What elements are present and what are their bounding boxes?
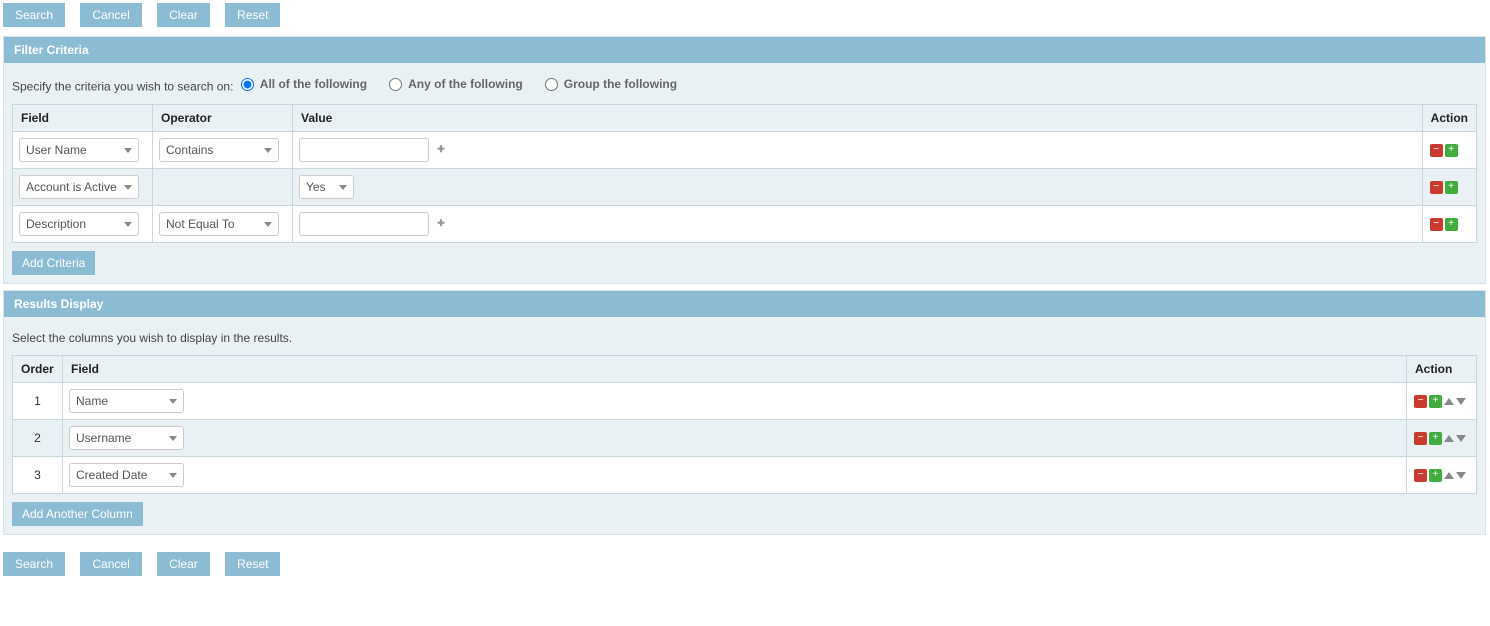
add-row-icon[interactable]: + bbox=[1445, 181, 1458, 194]
remove-row-icon[interactable]: − bbox=[1430, 218, 1443, 231]
remove-row-icon[interactable]: − bbox=[1414, 469, 1427, 482]
add-row-icon[interactable]: + bbox=[1429, 432, 1442, 445]
filter-operator-select[interactable]: Contains bbox=[159, 138, 279, 162]
results-order-cell: 3 bbox=[13, 456, 63, 493]
results-display-table: Order Field Action 1 Name −+ 2 Username bbox=[12, 355, 1477, 494]
clear-button[interactable]: Clear bbox=[157, 3, 210, 27]
filter-criteria-header: Filter Criteria bbox=[4, 37, 1485, 63]
results-header-field: Field bbox=[63, 355, 1407, 382]
filter-header-action: Action bbox=[1422, 104, 1476, 131]
add-value-icon[interactable] bbox=[435, 218, 447, 230]
radio-any-of-following[interactable]: Any of the following bbox=[389, 77, 523, 91]
add-row-icon[interactable]: + bbox=[1429, 395, 1442, 408]
reset-button[interactable]: Reset bbox=[225, 3, 280, 27]
results-header-action: Action bbox=[1407, 355, 1477, 382]
filter-criteria-table: Field Operator Value Action User Name Co… bbox=[12, 104, 1477, 243]
filter-instruction-row: Specify the criteria you wish to search … bbox=[12, 77, 1477, 94]
filter-value-select[interactable]: Yes bbox=[299, 175, 354, 199]
cancel-button[interactable]: Cancel bbox=[80, 3, 141, 27]
filter-row: User Name Contains −+ bbox=[13, 131, 1477, 168]
add-criteria-button[interactable]: Add Criteria bbox=[12, 251, 95, 275]
move-up-icon[interactable] bbox=[1444, 435, 1454, 442]
filter-value-input[interactable] bbox=[299, 212, 429, 236]
results-row: 1 Name −+ bbox=[13, 382, 1477, 419]
radio-any-input[interactable] bbox=[389, 78, 402, 91]
top-button-row: Search Cancel Clear Reset bbox=[0, 0, 1490, 30]
filter-header-value: Value bbox=[293, 104, 1423, 131]
filter-value-input[interactable] bbox=[299, 138, 429, 162]
results-order-cell: 2 bbox=[13, 419, 63, 456]
results-row: 3 Created Date −+ bbox=[13, 456, 1477, 493]
results-order-cell: 1 bbox=[13, 382, 63, 419]
remove-row-icon[interactable]: − bbox=[1414, 432, 1427, 445]
radio-group-following[interactable]: Group the following bbox=[545, 77, 677, 91]
filter-row: Description Not Equal To −+ bbox=[13, 205, 1477, 242]
results-column-select[interactable]: Created Date bbox=[69, 463, 184, 487]
radio-all-input[interactable] bbox=[241, 78, 254, 91]
remove-row-icon[interactable]: − bbox=[1430, 144, 1443, 157]
reset-button-bottom[interactable]: Reset bbox=[225, 552, 280, 576]
filter-row: Account is Active Yes −+ bbox=[13, 168, 1477, 205]
search-button[interactable]: Search bbox=[3, 3, 65, 27]
results-display-header: Results Display bbox=[4, 291, 1485, 317]
results-column-select[interactable]: Username bbox=[69, 426, 184, 450]
filter-header-operator: Operator bbox=[153, 104, 293, 131]
move-up-icon[interactable] bbox=[1444, 472, 1454, 479]
filter-operator-select[interactable]: Not Equal To bbox=[159, 212, 279, 236]
results-display-panel: Results Display Select the columns you w… bbox=[3, 290, 1486, 535]
results-instruction-text: Select the columns you wish to display i… bbox=[12, 331, 1477, 345]
add-another-column-button[interactable]: Add Another Column bbox=[12, 502, 143, 526]
move-down-icon[interactable] bbox=[1456, 435, 1466, 442]
filter-field-select[interactable]: User Name bbox=[19, 138, 139, 162]
results-header-order: Order bbox=[13, 355, 63, 382]
radio-all-label: All of the following bbox=[260, 77, 367, 91]
results-row: 2 Username −+ bbox=[13, 419, 1477, 456]
radio-all-of-following[interactable]: All of the following bbox=[241, 77, 367, 91]
move-up-icon[interactable] bbox=[1444, 398, 1454, 405]
radio-any-label: Any of the following bbox=[408, 77, 523, 91]
remove-row-icon[interactable]: − bbox=[1414, 395, 1427, 408]
filter-field-select[interactable]: Description bbox=[19, 212, 139, 236]
add-row-icon[interactable]: + bbox=[1429, 469, 1442, 482]
move-down-icon[interactable] bbox=[1456, 472, 1466, 479]
radio-group-label: Group the following bbox=[564, 77, 677, 91]
filter-instruction-text: Specify the criteria you wish to search … bbox=[12, 80, 233, 94]
filter-field-select[interactable]: Account is Active bbox=[19, 175, 139, 199]
results-column-select[interactable]: Name bbox=[69, 389, 184, 413]
search-button-bottom[interactable]: Search bbox=[3, 552, 65, 576]
add-row-icon[interactable]: + bbox=[1445, 218, 1458, 231]
move-down-icon[interactable] bbox=[1456, 398, 1466, 405]
clear-button-bottom[interactable]: Clear bbox=[157, 552, 210, 576]
add-row-icon[interactable]: + bbox=[1445, 144, 1458, 157]
remove-row-icon[interactable]: − bbox=[1430, 181, 1443, 194]
filter-header-field: Field bbox=[13, 104, 153, 131]
add-value-icon[interactable] bbox=[435, 144, 447, 156]
radio-group-input[interactable] bbox=[545, 78, 558, 91]
filter-operator-empty bbox=[153, 168, 293, 205]
filter-criteria-panel: Filter Criteria Specify the criteria you… bbox=[3, 36, 1486, 284]
bottom-button-row: Search Cancel Clear Reset bbox=[0, 549, 1490, 579]
cancel-button-bottom[interactable]: Cancel bbox=[80, 552, 141, 576]
